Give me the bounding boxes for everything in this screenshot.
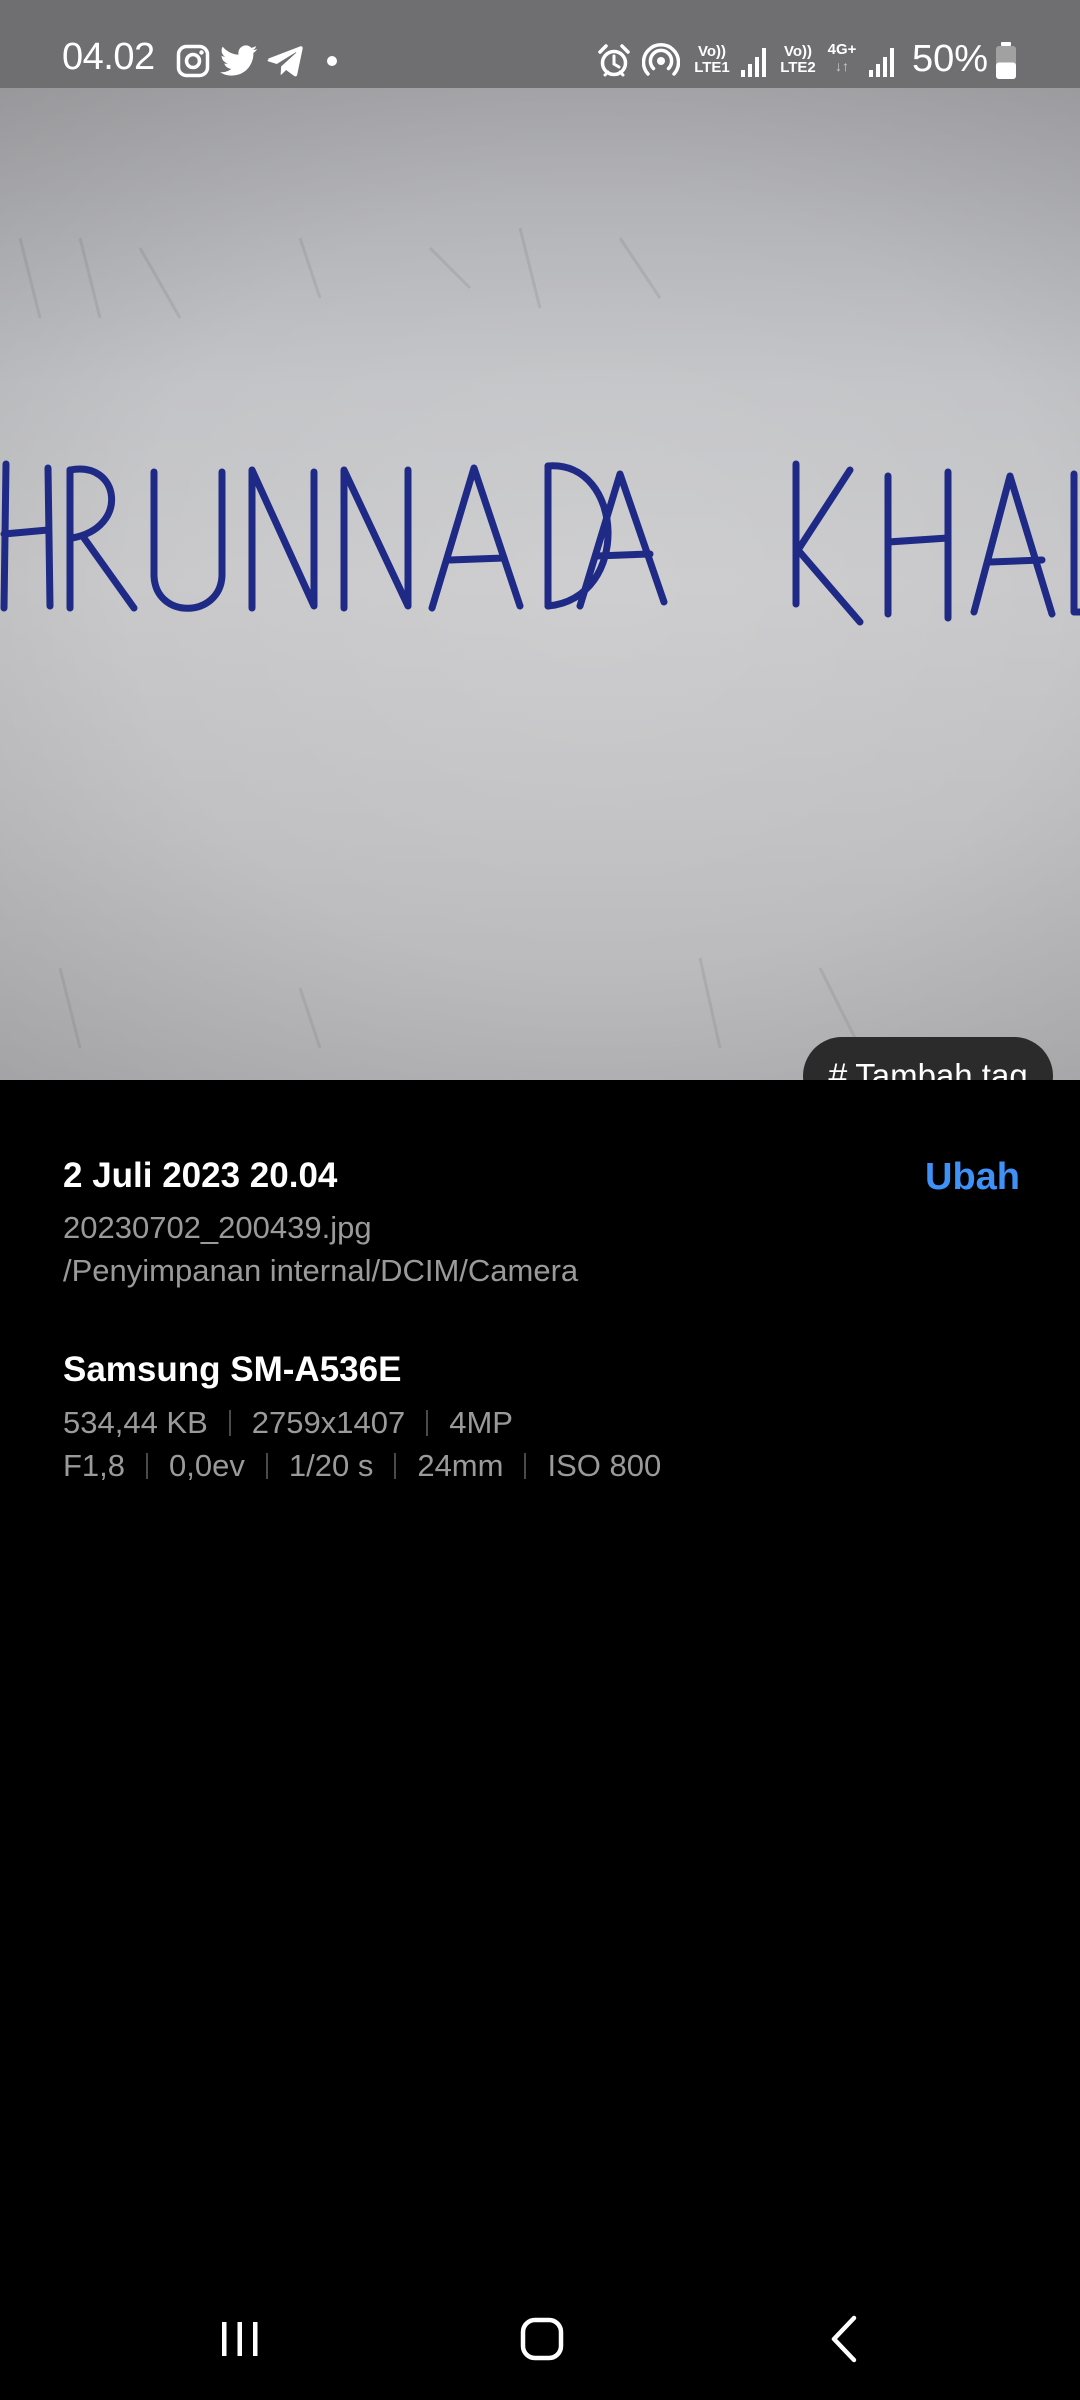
volte-sim1-bottom: LTE1 — [694, 59, 730, 76]
volte-sim2-top: Vo)) — [783, 43, 813, 60]
twitter-icon — [220, 45, 258, 76]
hotspot-icon — [642, 43, 680, 76]
network-type: 4G+ — [827, 41, 857, 58]
volte-sim1-icon: Vo)) LTE1 — [690, 44, 734, 76]
megapixels: 4MP — [449, 1405, 513, 1440]
status-time: 04.02 — [62, 36, 155, 78]
signal-sim1-icon — [741, 48, 766, 77]
divider — [524, 1453, 527, 1479]
divider — [426, 1410, 429, 1436]
date-time: 2 Juli 2023 20.04 — [63, 1156, 338, 1195]
alarm-icon — [598, 44, 630, 77]
divider — [265, 1453, 268, 1479]
divider — [146, 1453, 149, 1479]
instagram-icon — [176, 44, 210, 78]
volte-sim2-bottom: LTE2 — [780, 59, 816, 76]
hashtag-icon: # — [828, 1056, 848, 1081]
focal-length: 24mm — [417, 1448, 504, 1483]
dot-icon — [327, 56, 337, 66]
back-icon[interactable] — [818, 2314, 874, 2364]
resolution: 2759x1407 — [251, 1405, 406, 1440]
volte-sim2-icon: Vo)) LTE2 — [776, 44, 820, 76]
signal-sim2-icon — [869, 48, 894, 77]
exposure-value: 0,0ev — [169, 1448, 245, 1483]
telegram-icon — [267, 46, 303, 77]
file-name: 20230702_200439.jpg — [63, 1210, 372, 1245]
add-tag-label: Tambah tag — [855, 1057, 1028, 1080]
aperture: F1,8 — [63, 1448, 126, 1483]
handwritten-text-image — [0, 227, 1080, 1049]
device-name: Samsung SM-A536E — [63, 1350, 402, 1389]
photo-details-panel: 2 Juli 2023 20.04 Ubah 20230702_200439.j… — [0, 1080, 1080, 2260]
divider — [228, 1410, 231, 1436]
edit-button[interactable]: Ubah — [925, 1156, 1020, 1199]
network-4g-plus-icon: 4G+ ↓↑ — [824, 41, 860, 75]
photo-viewer[interactable]: # Tambah tag — [0, 88, 1080, 1080]
iso: ISO 800 — [547, 1448, 662, 1483]
recents-icon[interactable] — [212, 2314, 268, 2364]
shutter-speed: 1/20 s — [288, 1448, 374, 1483]
volte-sim1-top: Vo)) — [697, 43, 727, 60]
battery-icon — [996, 42, 1016, 79]
add-tag-button[interactable]: # Tambah tag — [803, 1037, 1053, 1080]
home-icon[interactable] — [514, 2314, 570, 2364]
battery-percent: 50% — [912, 38, 989, 80]
file-path: /Penyimpanan internal/DCIM/Camera — [63, 1253, 579, 1288]
status-bar: 04.02 Vo)) LTE1 Vo)) LTE2 4G+ ↓↑ 50% — [0, 0, 1080, 88]
file-info-row: 534,44 KB 2759x1407 4MP — [63, 1405, 513, 1441]
camera-info-row: F1,8 0,0ev 1/20 s 24mm ISO 800 — [63, 1448, 661, 1484]
navigation-bar — [0, 2260, 1080, 2400]
file-size: 534,44 KB — [63, 1405, 208, 1440]
divider — [394, 1453, 397, 1479]
data-arrows-icon: ↓↑ — [835, 58, 849, 74]
